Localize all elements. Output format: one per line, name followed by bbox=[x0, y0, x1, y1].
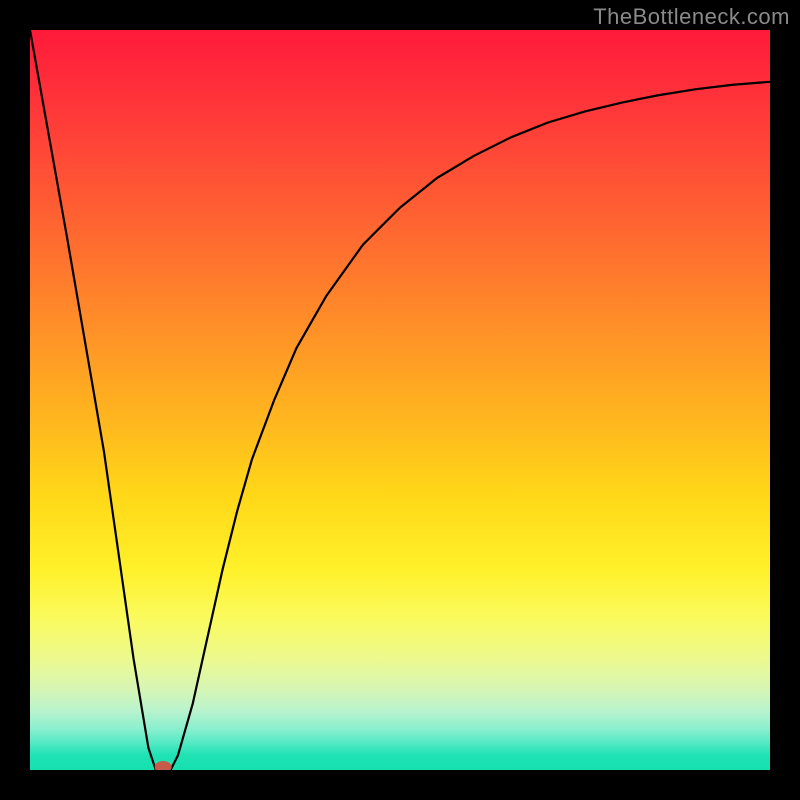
chart-frame: TheBottleneck.com bbox=[0, 0, 800, 800]
plot-area bbox=[30, 30, 770, 770]
bottleneck-curve bbox=[30, 30, 770, 770]
watermark-text: TheBottleneck.com bbox=[593, 4, 790, 30]
curve-layer bbox=[30, 30, 770, 770]
optimal-marker bbox=[155, 762, 171, 771]
